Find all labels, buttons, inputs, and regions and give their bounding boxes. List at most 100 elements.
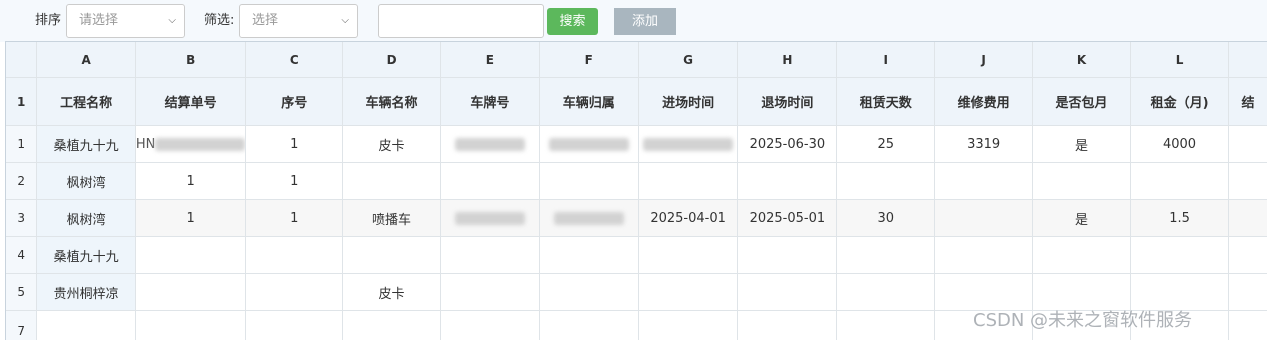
cell-owner[interactable] [539,126,638,163]
row-number[interactable]: 5 [6,274,37,311]
cell-exit[interactable] [738,237,837,274]
cell-vehicle[interactable] [343,237,441,274]
cell-exit[interactable]: 2025-05-01 [738,200,837,237]
cell-rent[interactable]: 1.5 [1130,200,1228,237]
cell-rent[interactable]: 4000 [1130,126,1228,163]
cell-extra[interactable] [1229,237,1267,274]
row-number[interactable]: 1 [6,78,37,126]
column-header[interactable]: B [135,42,246,78]
column-header[interactable]: D [343,42,441,78]
filter-select[interactable]: 选择 ⌵ [239,4,358,38]
cell-days[interactable] [837,237,935,274]
cell-settle-no[interactable]: 1 [135,163,246,200]
cell-plate[interactable] [440,200,539,237]
cell-exit[interactable]: 2025-06-30 [738,126,837,163]
column-header[interactable]: K [1033,42,1131,78]
column-header[interactable]: H [738,42,837,78]
field-header[interactable]: 进场时间 [638,78,738,126]
cell-seq[interactable]: 1 [246,163,343,200]
field-header[interactable]: 车辆名称 [343,78,441,126]
cell-seq[interactable]: 1 [246,200,343,237]
cell-days[interactable]: 25 [837,126,935,163]
cell-monthly[interactable] [1033,237,1131,274]
cell-owner[interactable] [539,237,638,274]
cell-repair[interactable]: 3319 [935,126,1033,163]
field-header[interactable]: 是否包月 [1033,78,1131,126]
column-header[interactable]: C [246,42,343,78]
cell-days[interactable] [837,274,935,311]
field-header[interactable]: 租金（月) [1130,78,1228,126]
cell-repair[interactable] [935,237,1033,274]
sort-select[interactable]: 请选择 ⌵ [66,4,185,38]
spreadsheet-grid[interactable]: ABCDEFGHIJKL1工程名称结算单号序号车辆名称车牌号车辆归属进场时间退场… [5,41,1267,340]
empty-cell[interactable] [738,311,837,340]
field-header[interactable]: 车辆归属 [539,78,638,126]
empty-cell[interactable] [638,311,738,340]
empty-cell[interactable] [837,311,935,340]
field-header[interactable]: 结算单号 [135,78,246,126]
cell-exit[interactable] [738,163,837,200]
cell-extra[interactable] [1229,126,1267,163]
row-number[interactable]: 3 [6,200,37,237]
cell-days[interactable] [837,163,935,200]
field-header[interactable]: 租赁天数 [837,78,935,126]
cell-enter[interactable]: 2025-04-01 [638,200,738,237]
row-number[interactable]: 1 [6,126,37,163]
cell-extra[interactable] [1229,163,1267,200]
cell-extra[interactable] [1229,274,1267,311]
cell-vehicle[interactable]: 喷播车 [343,200,441,237]
empty-cell[interactable] [37,311,135,340]
cell-plate[interactable] [440,237,539,274]
cell-extra[interactable] [1229,200,1267,237]
cell-monthly[interactable] [1033,163,1131,200]
cell-seq[interactable] [246,274,343,311]
cell-owner[interactable] [539,274,638,311]
cell-exit[interactable] [738,274,837,311]
cell-owner[interactable] [539,163,638,200]
column-header[interactable]: E [440,42,539,78]
cell-seq[interactable]: 1 [246,126,343,163]
field-header[interactable]: 序号 [246,78,343,126]
column-header[interactable]: L [1130,42,1228,78]
row-number[interactable]: 2 [6,163,37,200]
corner-cell[interactable] [6,42,37,78]
search-button[interactable]: 搜索 [547,8,598,35]
empty-cell[interactable] [440,311,539,340]
cell-settle-no[interactable] [135,237,246,274]
cell-project[interactable]: 桑植九十九 [37,126,135,163]
cell-monthly[interactable] [1033,274,1131,311]
row-number[interactable]: 4 [6,237,37,274]
cell-project[interactable]: 贵州桐梓凉 [37,274,135,311]
column-header[interactable]: F [539,42,638,78]
field-header[interactable]: 退场时间 [738,78,837,126]
column-header[interactable]: J [935,42,1033,78]
row-number[interactable]: 7 [6,311,37,340]
empty-cell[interactable] [343,311,441,340]
cell-plate[interactable] [440,126,539,163]
field-header-partial[interactable]: 结 [1229,78,1267,126]
cell-project[interactable]: 桑植九十九 [37,237,135,274]
cell-enter[interactable] [638,237,738,274]
search-input[interactable] [378,4,544,38]
cell-repair[interactable] [935,274,1033,311]
cell-settle-no[interactable]: HN [135,126,246,163]
column-header[interactable]: I [837,42,935,78]
add-button[interactable]: 添加 [614,8,676,35]
column-header[interactable]: A [37,42,135,78]
cell-settle-no[interactable] [135,274,246,311]
cell-days[interactable]: 30 [837,200,935,237]
cell-vehicle[interactable]: 皮卡 [343,126,441,163]
empty-cell[interactable] [539,311,638,340]
cell-repair[interactable] [935,163,1033,200]
cell-enter[interactable] [638,163,738,200]
cell-monthly[interactable]: 是 [1033,200,1131,237]
cell-seq[interactable] [246,237,343,274]
cell-project[interactable]: 枫树湾 [37,200,135,237]
cell-project[interactable]: 枫树湾 [37,163,135,200]
cell-rent[interactable] [1130,237,1228,274]
cell-plate[interactable] [440,274,539,311]
field-header[interactable]: 维修费用 [935,78,1033,126]
column-header[interactable] [1229,42,1267,78]
cell-vehicle[interactable]: 皮卡 [343,274,441,311]
cell-settle-no[interactable]: 1 [135,200,246,237]
